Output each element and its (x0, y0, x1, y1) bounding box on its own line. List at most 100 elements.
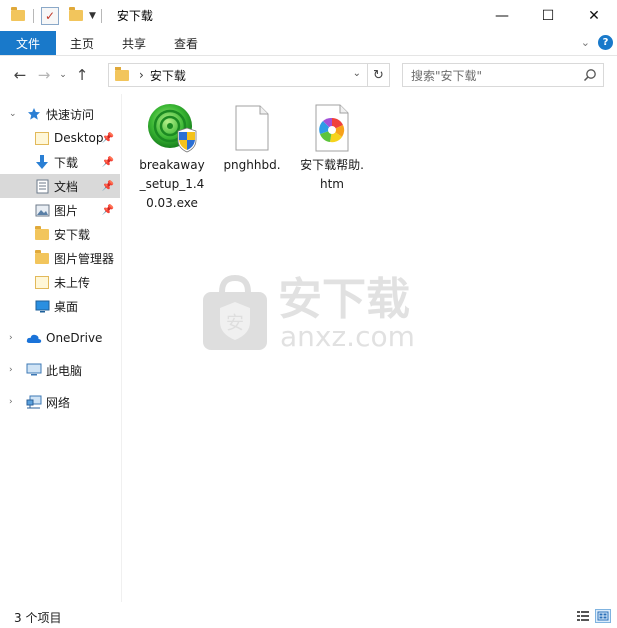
sidebar-item-label: Desktop (54, 131, 104, 145)
pictures-icon (34, 202, 50, 218)
pane-divider[interactable] (121, 94, 122, 602)
network-icon (26, 394, 42, 410)
collapsed-chevron-icon[interactable]: › (9, 365, 13, 375)
address-dropdown-chevron-icon[interactable]: ⌄ (353, 68, 361, 79)
folder-icon (115, 66, 129, 81)
navigation-bar: ← → ⌄ ↑ › 安下载 ⌄ ↻ 搜索"安下载" (0, 56, 617, 94)
tab-home[interactable]: 主页 (56, 31, 108, 55)
sidebar-item-label: 图片 (54, 203, 79, 218)
star-icon (26, 106, 42, 122)
toolbar-separator (33, 8, 34, 23)
minimize-button[interactable]: — (479, 0, 525, 31)
address-bar[interactable]: › 安下载 ⌄ ↻ (108, 63, 390, 87)
status-bar: 3 个项目 (0, 604, 617, 628)
breadcrumb-chevron-icon[interactable]: › (139, 68, 144, 82)
toolbar-separator (100, 8, 102, 23)
search-box[interactable]: 搜索"安下载" (402, 63, 604, 87)
large-icons-view-icon[interactable] (595, 609, 611, 623)
cloud-icon (26, 330, 42, 346)
view-switcher (575, 609, 611, 623)
window-controls: — ☐ ✕ (479, 0, 617, 31)
search-icon[interactable] (583, 68, 597, 82)
tab-file[interactable]: 文件 (0, 31, 57, 55)
expand-ribbon-chevron-icon[interactable]: ⌄ (581, 36, 590, 49)
file-name: pnghhbd. (223, 158, 281, 172)
help-icon[interactable]: ? (598, 35, 613, 50)
properties-icon[interactable]: ✓ (41, 6, 59, 25)
desktop-icon (34, 298, 50, 314)
customize-toolbar-chevron-icon[interactable]: ▼ (89, 11, 96, 21)
new-folder-icon[interactable] (69, 7, 83, 21)
file-name: breakaway_setup_1.40.03.exe (139, 158, 205, 210)
forward-button[interactable]: → (32, 63, 56, 87)
watermark-text-cn: 安下载 (278, 274, 410, 325)
close-button[interactable]: ✕ (571, 0, 617, 31)
back-button[interactable]: ← (8, 63, 32, 87)
collapsed-chevron-icon[interactable]: › (9, 397, 13, 407)
title-bar: ✓ ▼ 安下载 — ☐ ✕ (0, 0, 617, 31)
sidebar-item-label: 图片管理器 (54, 251, 115, 266)
window-title: 安下载 (116, 9, 153, 23)
file-item[interactable]: breakaway_setup_1.40.03.exe (134, 102, 210, 213)
item-count: 3 个项目 (14, 611, 62, 625)
sidebar-item-label: OneDrive (46, 331, 103, 345)
folder-icon (11, 7, 25, 21)
search-input[interactable]: 搜索"安下载" (411, 67, 482, 84)
collapsed-chevron-icon[interactable]: › (9, 333, 13, 343)
pin-icon[interactable]: 📌 (102, 157, 114, 168)
sidebar-item-network[interactable]: › 网络 (0, 390, 120, 414)
quick-access-toolbar: ✓ ▼ (0, 0, 107, 31)
file-item[interactable]: pnghhbd. (214, 102, 290, 175)
tab-view[interactable]: 查看 (160, 31, 212, 55)
sidebar-item-label: 未上传 (54, 275, 91, 290)
tab-share[interactable]: 共享 (108, 31, 160, 55)
watermark-text-en: anxz.com (280, 320, 415, 353)
sidebar-item-picture-manager[interactable]: 图片管理器 (0, 246, 120, 270)
folder-icon (34, 249, 50, 266)
expanded-chevron-icon[interactable]: ⌄ (9, 109, 17, 119)
sidebar-item-pictures[interactable]: 图片 📌 (0, 198, 120, 222)
htm-file-icon (306, 102, 358, 154)
sidebar-item-not-uploaded[interactable]: 未上传 (0, 270, 120, 294)
watermark-badge: 安 (226, 313, 244, 334)
sidebar-item-anxiazai[interactable]: 安下载 (0, 222, 120, 246)
details-view-icon[interactable] (575, 609, 591, 623)
ribbon-tabs: 文件 主页 共享 查看 ⌄ ? (0, 31, 617, 56)
computer-icon (26, 362, 42, 378)
file-item[interactable]: 安下载帮助.htm (294, 102, 370, 194)
pin-icon[interactable]: 📌 (102, 133, 114, 144)
sidebar-item-label: 此电脑 (46, 363, 83, 378)
folder-icon (34, 274, 50, 290)
sidebar-item-downloads[interactable]: 下载 📌 (0, 150, 120, 174)
sidebar-item-onedrive[interactable]: › OneDrive (0, 326, 120, 350)
refresh-button[interactable]: ↻ (367, 64, 389, 86)
up-button[interactable]: ↑ (70, 63, 94, 87)
sidebar-item-label: 下载 (54, 155, 79, 170)
sidebar-item-label: 安下载 (54, 227, 91, 242)
folder-icon (34, 225, 50, 242)
sidebar-item-quick-access[interactable]: ⌄ 快速访问 (0, 102, 120, 126)
download-arrow-icon (34, 154, 50, 170)
sidebar-item-label: 桌面 (54, 299, 79, 314)
folder-icon (34, 130, 50, 146)
pin-icon[interactable]: 📌 (102, 181, 114, 192)
maximize-button[interactable]: ☐ (525, 0, 571, 31)
ribbon-right-controls: ⌄ ? (581, 35, 613, 50)
sidebar-item-documents[interactable]: 文档 📌 (0, 174, 120, 198)
watermark-logo: 安 安下载 anxz.com (200, 268, 420, 358)
file-name: 安下载帮助.htm (300, 158, 364, 191)
blank-file-icon (226, 102, 278, 154)
sidebar-item-label: 文档 (54, 179, 79, 194)
navigation-pane: ⌄ 快速访问 Desktop 📌 下载 📌 文档 📌 图片 📌 安下载 图片管理… (0, 94, 120, 604)
recent-locations-chevron-icon[interactable]: ⌄ (56, 63, 70, 87)
sidebar-item-desktop[interactable]: Desktop 📌 (0, 126, 120, 150)
sidebar-item-label: 网络 (46, 395, 71, 410)
pin-icon[interactable]: 📌 (102, 205, 114, 216)
sidebar-item-label: 快速访问 (46, 107, 95, 122)
sidebar-item-this-pc[interactable]: › 此电脑 (0, 358, 120, 382)
document-icon (34, 178, 50, 194)
sidebar-item-desktop-cn[interactable]: 桌面 (0, 294, 120, 318)
installer-exe-icon (146, 102, 198, 154)
shopping-bag-icon: 安 (203, 274, 267, 350)
breadcrumb-current[interactable]: 安下载 (150, 67, 186, 84)
